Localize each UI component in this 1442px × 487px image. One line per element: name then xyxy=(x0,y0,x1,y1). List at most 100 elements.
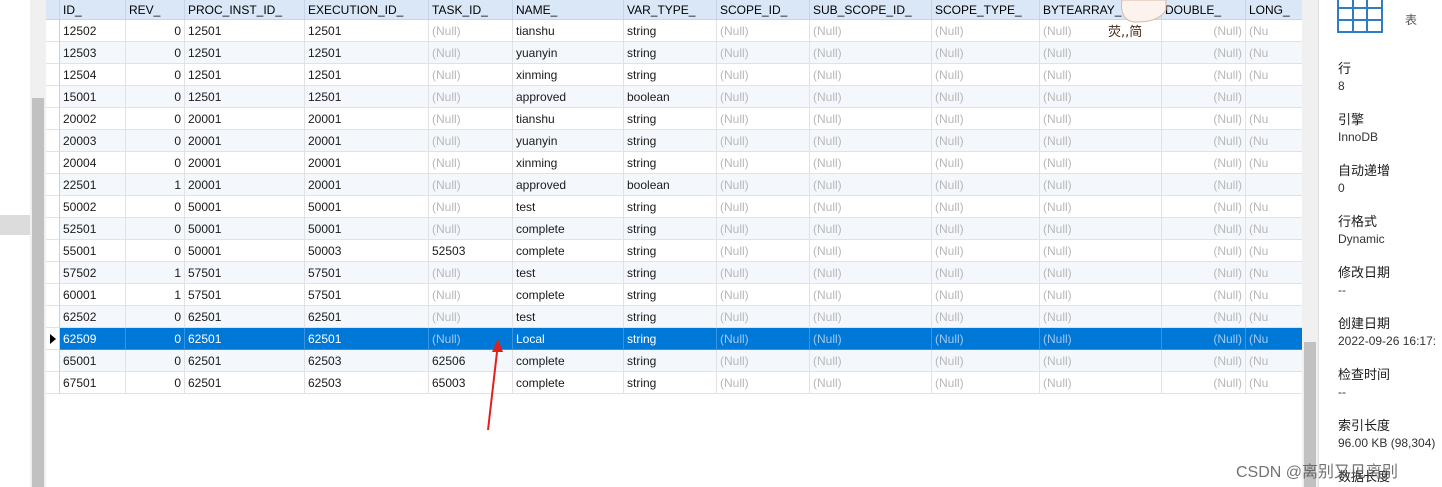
table-row[interactable]: 12503 0 12501 12501 (Null) yuanyin string (Null… xyxy=(46,42,1302,64)
table-cell[interactable]: (Null) xyxy=(1162,174,1246,196)
table-cell[interactable]: string xyxy=(624,130,717,152)
row-indicator[interactable] xyxy=(46,64,60,86)
table-cell[interactable]: (Null) xyxy=(810,152,932,174)
table-cell[interactable]: (Null) xyxy=(932,262,1040,284)
column-header[interactable]: ID_ xyxy=(60,0,126,20)
table-cell[interactable]: (Nu xyxy=(1246,306,1302,328)
column-header[interactable]: TASK_ID_ xyxy=(429,0,513,20)
table-cell[interactable]: complete xyxy=(513,350,624,372)
table-cell[interactable]: (Nu xyxy=(1246,152,1302,174)
table-cell[interactable]: (Null) xyxy=(429,328,513,350)
table-cell[interactable]: string xyxy=(624,306,717,328)
table-cell[interactable]: 20001 xyxy=(305,152,429,174)
table-cell[interactable]: 20001 xyxy=(185,152,305,174)
table-cell[interactable]: 65003 xyxy=(429,372,513,394)
table-cell[interactable]: (Null) xyxy=(810,284,932,306)
table-cell[interactable]: (Null) xyxy=(932,108,1040,130)
table-cell[interactable]: test xyxy=(513,306,624,328)
row-indicator[interactable] xyxy=(46,130,60,152)
table-cell[interactable]: (Null) xyxy=(932,350,1040,372)
column-header[interactable]: PROC_INST_ID_ xyxy=(185,0,305,20)
table-cell[interactable]: 62501 xyxy=(185,372,305,394)
table-cell[interactable]: (Null) xyxy=(932,130,1040,152)
table-cell[interactable]: 12504 xyxy=(60,64,126,86)
table-cell[interactable]: 57502 xyxy=(60,262,126,284)
table-cell[interactable]: (Null) xyxy=(1162,130,1246,152)
table-cell[interactable]: (Nu xyxy=(1246,108,1302,130)
table-cell[interactable]: (Null) xyxy=(932,64,1040,86)
table-cell[interactable]: 20001 xyxy=(305,130,429,152)
table-cell[interactable]: 0 xyxy=(126,196,185,218)
table-cell[interactable]: (Null) xyxy=(932,284,1040,306)
table-cell[interactable]: (Null) xyxy=(932,20,1040,42)
column-header[interactable]: SCOPE_TYPE_ xyxy=(932,0,1040,20)
table-cell[interactable]: complete xyxy=(513,240,624,262)
table-row[interactable]: 20003 0 20001 20001 (Null) yuanyin string (Null… xyxy=(46,130,1302,152)
table-cell[interactable]: yuanyin xyxy=(513,42,624,64)
table-cell[interactable]: (Null) xyxy=(717,284,810,306)
column-header[interactable]: EXECUTION_ID_ xyxy=(305,0,429,20)
table-row[interactable]: 15001 0 12501 12501 (Null) approved boolean (Nu… xyxy=(46,86,1302,108)
table-cell[interactable]: 62501 xyxy=(185,328,305,350)
table-cell[interactable]: (Null) xyxy=(1040,86,1162,108)
table-cell[interactable]: 62501 xyxy=(185,306,305,328)
table-cell[interactable]: 12501 xyxy=(185,42,305,64)
table-cell[interactable]: 0 xyxy=(126,42,185,64)
table-cell[interactable]: yuanyin xyxy=(513,130,624,152)
table-row[interactable]: 20004 0 20001 20001 (Null) xinming string (Null… xyxy=(46,152,1302,174)
table-cell[interactable]: (Nu xyxy=(1246,196,1302,218)
column-header[interactable]: NAME_ xyxy=(513,0,624,20)
table-cell[interactable]: string xyxy=(624,262,717,284)
table-cell[interactable] xyxy=(1246,174,1302,196)
table-cell[interactable]: (Null) xyxy=(717,306,810,328)
table-cell[interactable]: (Null) xyxy=(429,306,513,328)
table-cell[interactable]: (Null) xyxy=(1162,108,1246,130)
table-cell[interactable]: xinming xyxy=(513,152,624,174)
table-cell[interactable]: 0 xyxy=(126,64,185,86)
table-cell[interactable]: (Null) xyxy=(1040,64,1162,86)
table-cell[interactable]: (Null) xyxy=(429,196,513,218)
table-cell[interactable]: (Null) xyxy=(717,196,810,218)
table-cell[interactable]: (Null) xyxy=(429,42,513,64)
table-cell[interactable]: 50003 xyxy=(305,240,429,262)
table-cell[interactable]: (Nu xyxy=(1246,240,1302,262)
table-cell[interactable]: (Null) xyxy=(1162,262,1246,284)
row-indicator[interactable] xyxy=(46,174,60,196)
table-cell[interactable]: 50001 xyxy=(305,196,429,218)
table-cell[interactable]: (Null) xyxy=(429,20,513,42)
table-cell[interactable]: 62501 xyxy=(305,306,429,328)
table-cell[interactable]: 60001 xyxy=(60,284,126,306)
table-cell[interactable]: complete xyxy=(513,218,624,240)
table-cell[interactable]: string xyxy=(624,218,717,240)
table-cell[interactable]: 12503 xyxy=(60,42,126,64)
table-cell[interactable]: 15001 xyxy=(60,86,126,108)
table-cell[interactable]: 0 xyxy=(126,350,185,372)
table-cell[interactable]: (Null) xyxy=(1040,152,1162,174)
table-cell[interactable]: (Null) xyxy=(717,174,810,196)
table-cell[interactable]: (Null) xyxy=(1040,174,1162,196)
table-cell[interactable]: 52501 xyxy=(60,218,126,240)
table-cell[interactable]: string xyxy=(624,152,717,174)
table-cell[interactable]: 62501 xyxy=(305,328,429,350)
column-header[interactable]: VAR_TYPE_ xyxy=(624,0,717,20)
table-cell[interactable]: tianshu xyxy=(513,108,624,130)
table-cell[interactable]: 12502 xyxy=(60,20,126,42)
table-cell[interactable]: 0 xyxy=(126,130,185,152)
table-cell[interactable]: (Null) xyxy=(1040,328,1162,350)
table-row[interactable]: 52501 0 50001 50001 (Null) complete string (Nul… xyxy=(46,218,1302,240)
table-cell[interactable]: (Null) xyxy=(717,152,810,174)
table-cell[interactable]: (Null) xyxy=(717,42,810,64)
table-cell[interactable]: (Null) xyxy=(932,372,1040,394)
row-indicator[interactable] xyxy=(46,306,60,328)
table-cell[interactable]: (Null) xyxy=(1162,64,1246,86)
table-cell[interactable]: 12501 xyxy=(305,42,429,64)
table-cell[interactable]: 12501 xyxy=(305,20,429,42)
table-cell[interactable] xyxy=(1246,86,1302,108)
table-cell[interactable]: 62503 xyxy=(305,372,429,394)
row-indicator[interactable] xyxy=(46,284,60,306)
table-cell[interactable]: (Null) xyxy=(717,130,810,152)
row-indicator[interactable] xyxy=(46,262,60,284)
table-cell[interactable]: (Nu xyxy=(1246,328,1302,350)
table-cell[interactable]: 0 xyxy=(126,152,185,174)
table-row[interactable]: 12504 0 12501 12501 (Null) xinming string (Null… xyxy=(46,64,1302,86)
